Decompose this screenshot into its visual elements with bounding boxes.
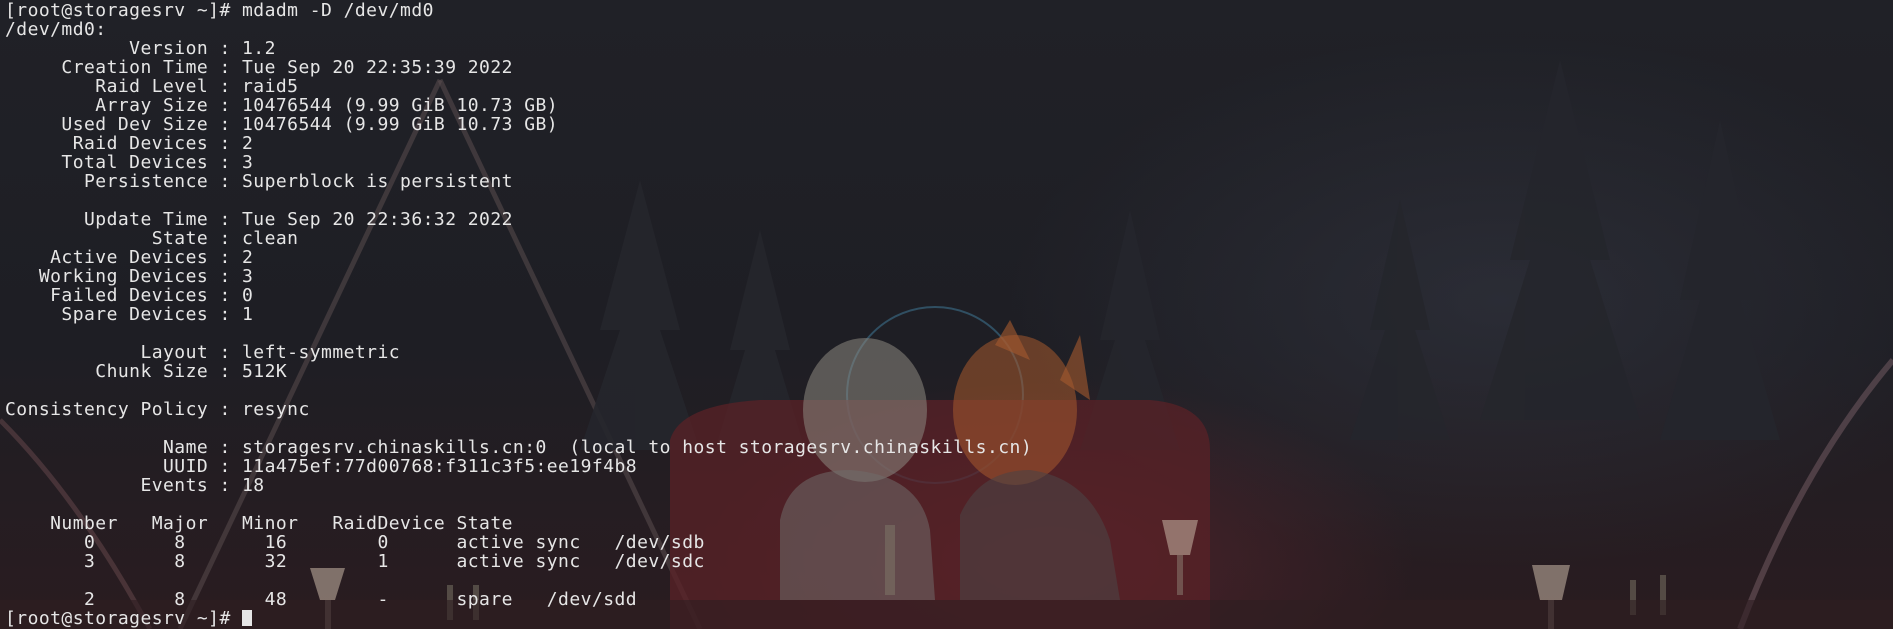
terminal-line: Failed Devices : 0	[5, 285, 254, 306]
terminal-line: Update Time : Tue Sep 20 22:36:32 2022	[5, 209, 513, 230]
terminal-window[interactable]: [root@storagesrv ~]# mdadm -D /dev/md0/d…	[0, 0, 1893, 629]
prompt-line[interactable]: [root@storagesrv ~]#	[5, 609, 1032, 628]
terminal-line: Creation Time : Tue Sep 20 22:35:39 2022	[5, 57, 513, 78]
terminal-line: Events : 18	[5, 475, 265, 496]
terminal-line: Working Devices : 3	[5, 266, 254, 287]
terminal-line: Number Major Minor RaidDevice State	[5, 513, 513, 534]
terminal-line: [root@storagesrv ~]# mdadm -D /dev/md0	[5, 0, 434, 21]
terminal-output[interactable]: [root@storagesrv ~]# mdadm -D /dev/md0/d…	[5, 1, 1032, 628]
terminal-line: Raid Level : raid5	[5, 76, 299, 97]
terminal-line: Spare Devices : 1	[5, 304, 254, 325]
terminal-line: Consistency Policy : resync	[5, 399, 310, 420]
terminal-line: Persistence : Superblock is persistent	[5, 171, 513, 192]
terminal-line: Total Devices : 3	[5, 152, 254, 173]
terminal-line: Raid Devices : 2	[5, 133, 254, 154]
terminal-line: Layout : left-symmetric	[5, 342, 401, 363]
terminal-line: Array Size : 10476544 (9.99 GiB 10.73 GB…	[5, 95, 559, 116]
terminal-line: 3 8 32 1 active sync /dev/sdc	[5, 551, 705, 572]
text-cursor	[242, 610, 253, 626]
terminal-line: Chunk Size : 512K	[5, 361, 288, 382]
terminal-line: UUID : 11a475ef:77d00768:f311c3f5:ee19f4…	[5, 456, 638, 477]
terminal-line: Active Devices : 2	[5, 247, 254, 268]
shell-prompt: [root@storagesrv ~]#	[5, 608, 243, 629]
terminal-line: 2 8 48 - spare /dev/sdd	[5, 589, 638, 610]
terminal-line: Used Dev Size : 10476544 (9.99 GiB 10.73…	[5, 114, 559, 135]
terminal-line: State : clean	[5, 228, 299, 249]
terminal-line: Version : 1.2	[5, 38, 276, 59]
terminal-line: Name : storagesrv.chinaskills.cn:0 (loca…	[5, 437, 1033, 458]
terminal-line: /dev/md0:	[5, 19, 107, 40]
terminal-line: 0 8 16 0 active sync /dev/sdb	[5, 532, 705, 553]
